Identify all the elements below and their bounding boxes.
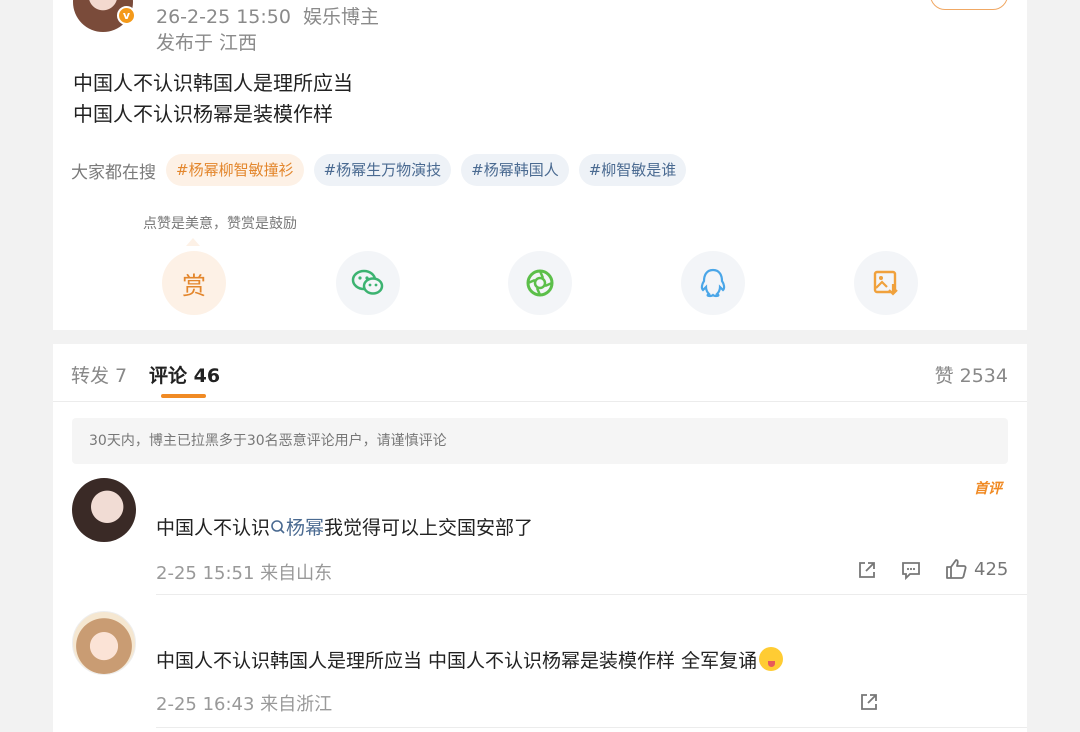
save-image-icon — [873, 270, 898, 296]
search-icon — [271, 520, 285, 534]
share-wechat-button[interactable] — [336, 251, 400, 315]
reward-hint: 点赞是美意，赞赏是鼓励 — [143, 216, 297, 232]
post-text: 中国人不认识韩国人是理所应当 中国人不认识杨幂是装模作样 — [73, 68, 353, 130]
reward-icon: 赏 — [182, 271, 206, 300]
wechat-icon — [351, 269, 384, 295]
commenter-avatar[interactable] — [72, 478, 136, 542]
tab-likes[interactable]: 赞 2534 — [935, 361, 1008, 388]
follow-button[interactable] — [930, 0, 1008, 10]
post-location: 发布于 江西 — [156, 32, 258, 54]
like-count: 425 — [974, 559, 1009, 580]
divider — [53, 401, 1027, 402]
share-icon[interactable] — [858, 691, 880, 713]
hashtag-chip[interactable]: #柳智敏是谁 — [578, 154, 687, 186]
like-icon[interactable] — [945, 558, 967, 580]
moments-icon — [526, 269, 554, 297]
comment-notice: 30天内，博主已拉黑多于30名恶意评论用户，请谨慎评论 — [72, 418, 1008, 464]
hint-arrow — [186, 238, 200, 246]
qq-icon — [700, 268, 726, 298]
author-tag: 娱乐博主 — [302, 6, 379, 28]
comment-meta: 2-25 15:51 来自山东 — [156, 563, 333, 584]
trending-searches: 大家都在搜 #杨幂柳智敏撞衫 #杨幂生万物演技 #杨幂韩国人 #柳智敏是谁 — [71, 154, 696, 186]
hashtag-chip[interactable]: #杨幂生万物演技 — [313, 154, 452, 186]
comment-text-prefix: 中国人不认识 — [156, 517, 271, 539]
post-text-line: 中国人不认识杨幂是装模作样 — [73, 102, 333, 126]
tongue-out-emoji-icon — [759, 647, 784, 671]
share-moments-button[interactable] — [508, 251, 572, 315]
share-qq-button[interactable] — [681, 251, 745, 315]
commenter-avatar[interactable] — [72, 611, 136, 675]
comment-text-suffix: 我觉得可以上交国安部了 — [324, 517, 534, 539]
tab-comments[interactable]: 评论 46 — [149, 361, 220, 388]
post-meta: 26-2-25 15:50 娱乐博主 — [156, 2, 379, 29]
comment-divider — [156, 727, 1027, 728]
hashtag-chip[interactable]: #杨幂柳智敏撞衫 — [166, 154, 304, 186]
comment-text: 中国人不认识韩国人是理所应当 中国人不认识杨幂是装模作样 全军复诵 — [156, 646, 784, 673]
save-image-button[interactable] — [854, 251, 918, 315]
mention-link[interactable]: 杨幂 — [270, 517, 324, 539]
post-date: 26-2-25 15:50 — [156, 6, 291, 28]
hashtag-chip[interactable]: #杨幂韩国人 — [461, 154, 569, 186]
comment-text-body: 中国人不认识韩国人是理所应当 中国人不认识杨幂是装模作样 全军复诵 — [156, 650, 758, 672]
reply-icon[interactable] — [900, 559, 922, 581]
share-icon[interactable] — [856, 559, 878, 581]
trending-label: 大家都在搜 — [71, 162, 156, 183]
comment-text: 中国人不认识 杨幂我觉得可以上交国安部了 — [156, 513, 533, 540]
active-tab-indicator — [161, 394, 206, 398]
verified-badge: v — [117, 6, 136, 25]
tab-repost[interactable]: 转发 7 — [71, 361, 127, 388]
post-text-line: 中国人不认识韩国人是理所应当 — [73, 71, 353, 95]
comment-meta: 2-25 16:43 来自浙江 — [156, 694, 333, 715]
comment-divider — [156, 594, 1027, 595]
mention-name: 杨幂 — [286, 517, 325, 539]
reward-button[interactable]: 赏 — [162, 251, 226, 315]
first-comment-badge: 首评 — [974, 481, 1002, 497]
